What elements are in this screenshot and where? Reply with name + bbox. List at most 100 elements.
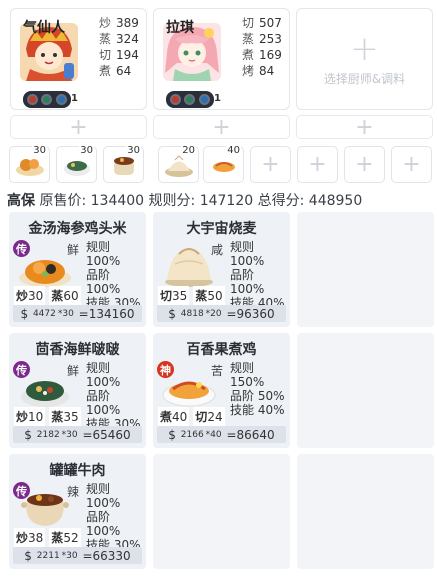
add-equipment-slot-3[interactable]: +: [296, 114, 433, 140]
material-slot-5[interactable]: 40: [203, 145, 244, 183]
equals-sign: =: [82, 548, 93, 563]
select-chef-button[interactable]: + 选择厨师&调料: [296, 8, 433, 110]
empty-dish-slot[interactable]: [297, 454, 434, 569]
equipment-slots[interactable]: [166, 91, 214, 108]
dish-metrics: 规则 100% 品阶 100% 技能 40%: [230, 240, 290, 310]
stat-row: 切 507: [242, 15, 282, 31]
dish-card-5[interactable]: 罐罐牛肉 传 辣 规则 100% 品阶 100% 技能 30% 炒38 蒸52 …: [9, 454, 146, 569]
dish-name: 大宇宙烧麦: [186, 221, 257, 237]
rule-percent: 规则 150%: [230, 361, 265, 389]
summary-tag: 高保: [7, 193, 35, 209]
total-score-value: 448950: [308, 193, 363, 209]
skill-requirements: 炒10 蒸35: [14, 407, 81, 426]
skill-label: 蒸: [51, 289, 64, 303]
stat-label: 蒸: [99, 32, 112, 46]
plus-icon: +: [355, 152, 374, 177]
plus-icon: +: [212, 114, 231, 140]
material-count: 30: [32, 145, 47, 156]
material-count: 20: [181, 145, 196, 156]
dish-metrics: 规则 100% 品阶 100% 技能 30%: [86, 482, 146, 552]
skill-label: 炒: [16, 531, 29, 545]
skill-label: 蒸: [51, 410, 64, 424]
gear-slot-icon[interactable]: [169, 94, 181, 105]
add-equipment-slot-1[interactable]: +: [10, 115, 147, 140]
material-slot-1[interactable]: 30: [9, 145, 50, 183]
dish-card-2[interactable]: 大宇宙烧麦 咸 规则 100% 品阶 100% 技能 40% 切35 蒸50 $…: [153, 212, 290, 327]
dish-total: 66330: [92, 548, 131, 563]
equals-sign: =: [82, 427, 93, 442]
unit-price: 2166: [180, 429, 204, 440]
dish-card-3[interactable]: 茴香海鲜啵啵 传 鲜 规则 100% 品阶 100% 技能 30% 炒10 蒸3…: [9, 333, 146, 448]
add-equipment-slot-2[interactable]: +: [153, 114, 290, 140]
chef-stats: 炒 389 蒸 324 切 194 煮 64: [99, 15, 139, 79]
material-slot-2[interactable]: 30: [56, 145, 97, 183]
grade-percent: 品阶 100%: [86, 510, 121, 538]
dish-price-footer: $ 4472 *30 = 134160: [13, 305, 142, 322]
score-summary: 高保 原售价: 134400 规则分: 147120 总得分: 448950: [7, 190, 362, 210]
rule-percent: 规则 100%: [86, 482, 121, 510]
skill-tag: 炒38: [14, 528, 46, 547]
stat-row: 蒸 324: [99, 31, 139, 47]
material-slot-6[interactable]: +: [250, 146, 291, 183]
material-slot-9[interactable]: +: [391, 146, 432, 183]
currency-symbol: $: [20, 306, 29, 321]
gear-slot-icon[interactable]: [41, 94, 53, 105]
plus-icon: +: [355, 114, 374, 140]
chef-level: 1: [71, 93, 78, 104]
flavor-tag: 苦: [211, 364, 224, 378]
chef-card-2[interactable]: 拉琪 切 507 蒸 253 煮 169 烤 84 1: [153, 8, 290, 110]
dish-card-4[interactable]: 百香果煮鸡 神 苦 规则 150% 品阶 50% 技能 40% 煮40 切24 …: [153, 333, 290, 448]
stat-row: 切 194: [99, 47, 139, 63]
empty-dish-slot[interactable]: [297, 212, 434, 327]
dish-icon: [19, 260, 71, 287]
dish-card-1[interactable]: 金汤海参鸡头米 传 鲜 规则 100% 品阶 100% 技能 30% 炒30 蒸…: [9, 212, 146, 327]
grade-percent: 品阶 100%: [86, 389, 121, 417]
material-slot-3[interactable]: 30: [103, 145, 144, 183]
quantity: *30: [61, 429, 78, 440]
skill-requirements: 炒38 蒸52: [14, 528, 81, 547]
quantity: *40: [205, 429, 222, 440]
skill-tag: 蒸35: [49, 407, 81, 426]
equals-sign: =: [226, 306, 237, 321]
stat-label: 切: [242, 16, 255, 30]
skill-label: 煮: [160, 410, 173, 424]
skill-label: 炒: [16, 410, 29, 424]
rule-percent: 规则 100%: [86, 361, 121, 389]
dish-name: 金汤海参鸡头米: [28, 221, 127, 237]
grade-percent: 品阶 100%: [86, 268, 121, 296]
dish-icon: [165, 248, 213, 287]
unit-price: 4472: [32, 308, 56, 319]
gear-slot-icon[interactable]: [56, 94, 68, 105]
skill-value: 35: [172, 289, 188, 303]
empty-dish-slot[interactable]: [153, 454, 290, 569]
skill-requirements: 切35 蒸50: [158, 286, 225, 305]
gear-slot-icon[interactable]: [184, 94, 196, 105]
empty-dish-slot[interactable]: [297, 333, 434, 448]
skill-label: 蒸: [195, 289, 208, 303]
chef-card-1[interactable]: 气仙人 炒 389 蒸 324 切 194 煮 64 1: [10, 8, 147, 110]
dish-price-footer: $ 4818 *20 = 96360: [157, 305, 286, 322]
material-count: 30: [79, 145, 94, 156]
chef-stats: 切 507 蒸 253 煮 169 烤 84: [242, 15, 282, 79]
dish-total: 86640: [236, 427, 275, 442]
skill-requirements: 煮40 切24: [158, 407, 225, 426]
original-price-value: 134400: [90, 193, 145, 209]
material-slot-7[interactable]: +: [297, 146, 338, 183]
skill-tag: 切24: [193, 407, 225, 426]
stat-row: 煮 169: [242, 47, 282, 63]
dish-icon: [21, 494, 69, 526]
skill-value: 38: [28, 531, 44, 545]
equipment-slots[interactable]: [23, 91, 71, 108]
equals-sign: =: [226, 427, 237, 442]
gear-slot-icon[interactable]: [26, 94, 38, 105]
skill-tag: 蒸52: [49, 528, 81, 547]
quantity: *30: [61, 550, 78, 561]
gear-slot-icon[interactable]: [199, 94, 211, 105]
plus-icon: +: [308, 152, 327, 177]
dish-metrics: 规则 100% 品阶 100% 技能 30%: [86, 361, 146, 431]
material-slot-4[interactable]: 20: [158, 145, 199, 183]
chef-name: 拉琪: [166, 20, 194, 36]
rule-score-label: 规则分:: [148, 193, 196, 209]
material-slot-8[interactable]: +: [344, 146, 385, 183]
original-price-label: 原售价:: [39, 193, 87, 209]
